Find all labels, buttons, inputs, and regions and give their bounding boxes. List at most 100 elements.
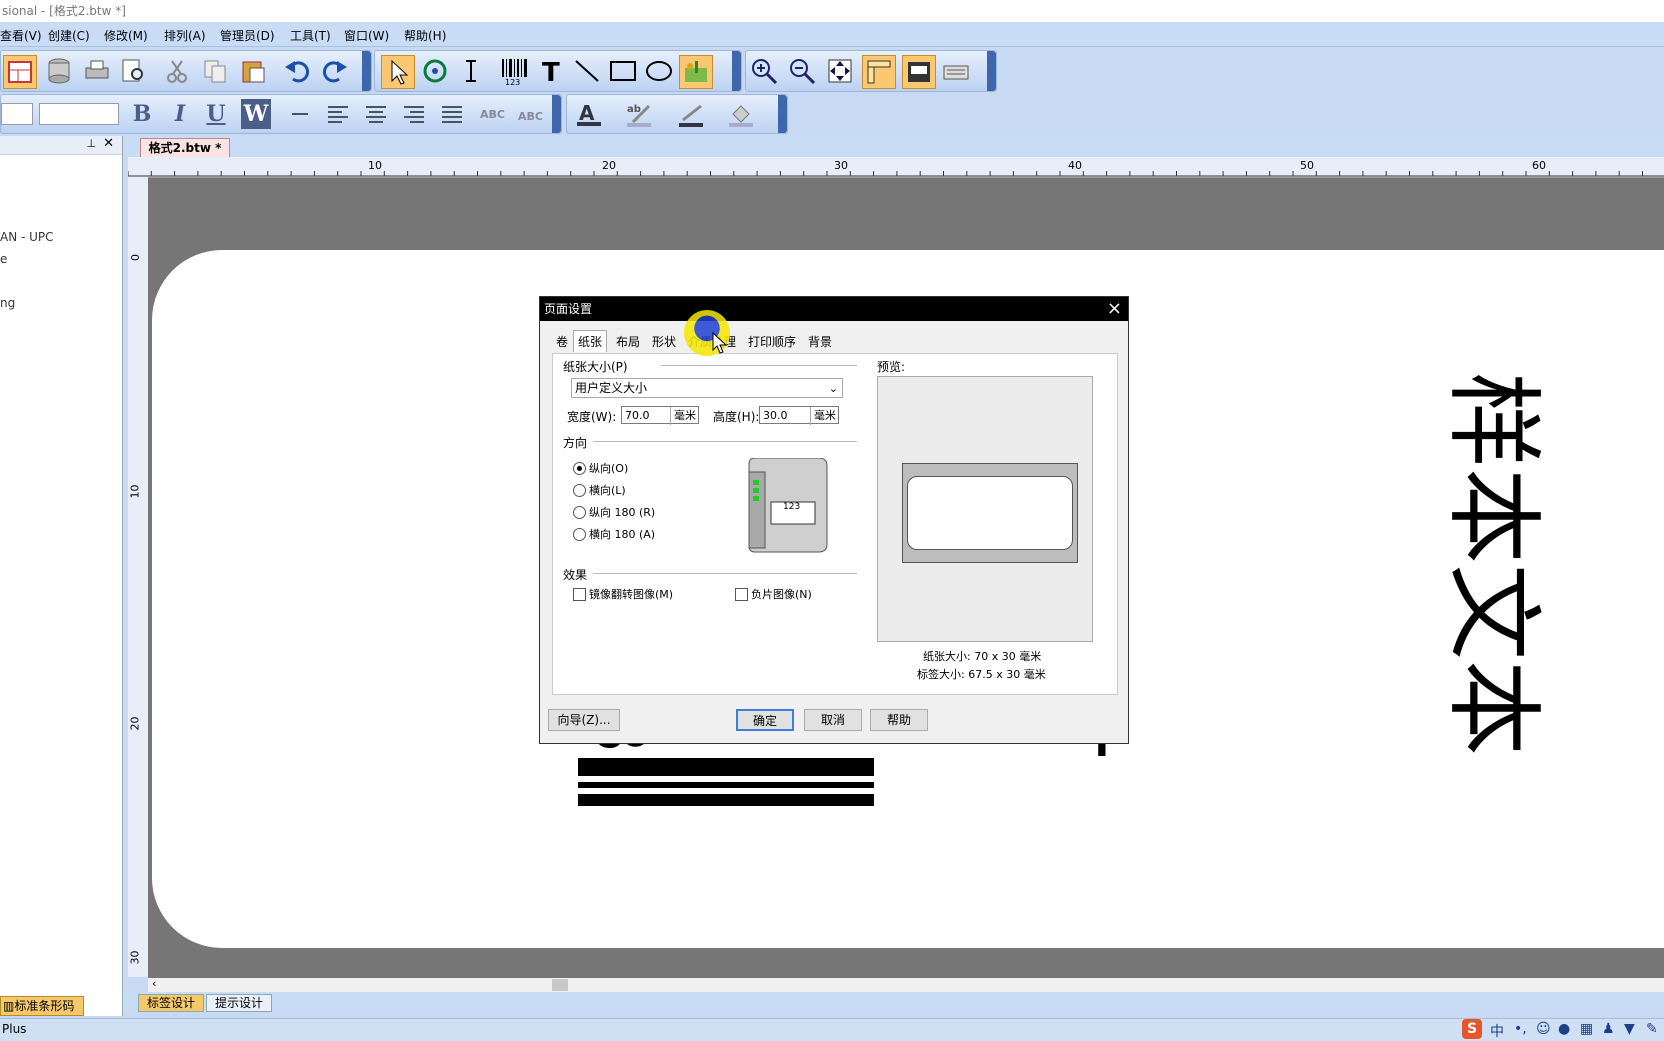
picture-tool-icon[interactable] xyxy=(679,55,713,89)
copy-icon[interactable] xyxy=(199,55,231,87)
fill-color-icon[interactable] xyxy=(727,99,757,129)
scroll-left-icon[interactable]: ‹ xyxy=(152,977,156,990)
emoji-icon[interactable]: ☺ xyxy=(1536,1021,1551,1037)
text-highlight-icon[interactable]: ab xyxy=(625,99,655,129)
text-arc-down-icon[interactable]: ABC xyxy=(515,99,545,129)
tab-label-design[interactable]: 标签设计 xyxy=(138,994,205,1012)
redo-icon[interactable] xyxy=(319,55,351,87)
line-color-icon[interactable] xyxy=(677,99,707,129)
tab-shape[interactable]: 形状 xyxy=(652,333,676,350)
toolbar-grip[interactable] xyxy=(778,95,787,133)
negative-checkbox[interactable] xyxy=(735,588,748,601)
page-layout-icon[interactable] xyxy=(3,55,37,89)
width-field[interactable]: 70.0 毫米 xyxy=(621,406,699,425)
ellipse-tool-icon[interactable] xyxy=(643,55,675,87)
ok-button[interactable]: 确定 xyxy=(736,709,794,731)
zoom-out-icon[interactable] xyxy=(786,55,818,87)
align-none-icon[interactable] xyxy=(285,99,315,129)
toolbar-grip[interactable] xyxy=(732,51,741,91)
tab-roll[interactable]: 卷 xyxy=(556,333,568,350)
left-panel-item[interactable]: e xyxy=(0,252,7,266)
user-icon[interactable]: ♟ xyxy=(1602,1021,1615,1037)
cut-icon[interactable] xyxy=(161,55,193,87)
microphone-icon[interactable]: ● xyxy=(1558,1021,1570,1037)
ime-mode-icon[interactable]: 中 xyxy=(1490,1021,1504,1041)
print-preview-icon[interactable] xyxy=(117,55,149,87)
close-icon[interactable]: × xyxy=(1103,297,1122,321)
pin-icon[interactable]: ⊥ xyxy=(86,137,96,150)
mirror-checkbox[interactable] xyxy=(573,588,586,601)
menu-admin[interactable]: 管理员(D) xyxy=(220,27,275,44)
left-panel-bottom-tab[interactable]: ▥标准条形码 xyxy=(0,996,84,1016)
database-icon[interactable] xyxy=(43,55,75,87)
title-bar: sional - [格式2.btw *] xyxy=(0,0,1664,22)
italic-icon[interactable]: I xyxy=(165,99,195,129)
skin-icon[interactable]: ▼ xyxy=(1624,1021,1635,1037)
align-center-icon[interactable] xyxy=(361,99,391,129)
keyboard-icon[interactable]: ▦ xyxy=(1580,1021,1593,1037)
settings-icon[interactable]: ✎ xyxy=(1646,1021,1658,1037)
menu-window[interactable]: 窗口(W) xyxy=(344,27,389,44)
font-color-icon[interactable]: A xyxy=(575,99,605,129)
orientation-portrait-180-radio[interactable] xyxy=(573,506,586,519)
text-tool-icon[interactable]: T xyxy=(535,55,567,87)
document-tab[interactable]: 格式2.btw * xyxy=(140,138,230,157)
undo-icon[interactable] xyxy=(281,55,313,87)
text-cursor-icon[interactable] xyxy=(455,55,487,87)
font-name-select[interactable] xyxy=(1,103,33,125)
menu-tools[interactable]: 工具(T) xyxy=(290,27,331,44)
help-button[interactable]: 帮助 xyxy=(870,709,928,731)
orientation-portrait-radio[interactable] xyxy=(573,462,586,475)
ime-logo-icon[interactable]: S xyxy=(1462,1019,1482,1039)
color-toolbar: A ab xyxy=(566,94,788,134)
paste-icon[interactable] xyxy=(237,55,269,87)
barcode-bars[interactable] xyxy=(578,758,874,806)
standard-toolbar xyxy=(0,50,372,92)
toolbar-grip[interactable] xyxy=(552,95,561,133)
menu-create[interactable]: 创建(C) xyxy=(48,27,90,44)
height-field[interactable]: 30.0 毫米 xyxy=(759,406,839,425)
align-right-icon[interactable] xyxy=(399,99,429,129)
sample-text-object[interactable]: 样本文本 xyxy=(1437,364,1549,764)
orientation-landscape-radio[interactable] xyxy=(573,484,586,497)
tab-layout[interactable]: 布局 xyxy=(616,333,640,350)
wizard-button[interactable]: 向导(Z)... xyxy=(548,709,620,731)
paper-size-select[interactable]: 用户定义大小 ⌄ xyxy=(571,378,843,398)
horizontal-scrollbar[interactable]: ‹ xyxy=(148,977,1664,992)
left-panel-item[interactable]: ng xyxy=(0,296,15,310)
punctuation-icon[interactable]: •, xyxy=(1514,1021,1527,1037)
close-icon[interactable]: ✕ xyxy=(103,136,114,151)
menu-view[interactable]: 查看(V) xyxy=(0,27,42,44)
tab-background[interactable]: 背景 xyxy=(808,333,832,350)
menu-arrange[interactable]: 排列(A) xyxy=(164,27,206,44)
text-arc-up-icon[interactable]: ABC xyxy=(477,99,507,129)
font-size-select[interactable] xyxy=(39,103,119,125)
orientation-landscape-180-radio[interactable] xyxy=(573,528,586,541)
printer-driver-icon[interactable] xyxy=(902,55,936,89)
print-icon[interactable] xyxy=(81,55,113,87)
barcode-icon[interactable]: 123 xyxy=(499,55,531,87)
ruler-toggle-icon[interactable] xyxy=(862,55,896,89)
bold-icon[interactable]: B xyxy=(127,99,157,129)
align-left-icon[interactable] xyxy=(323,99,353,129)
zoom-in-icon[interactable] xyxy=(748,55,780,87)
cancel-button[interactable]: 取消 xyxy=(804,709,862,731)
fit-page-icon[interactable] xyxy=(824,55,856,87)
scroll-thumb[interactable] xyxy=(552,979,568,991)
menu-help[interactable]: 帮助(H) xyxy=(404,27,446,44)
tab-paper[interactable]: 纸张 xyxy=(573,330,608,352)
rectangle-tool-icon[interactable] xyxy=(607,55,639,87)
select-pointer-icon[interactable] xyxy=(381,55,415,89)
menu-modify[interactable]: 修改(M) xyxy=(104,27,148,44)
tab-prompt-design[interactable]: 提示设计 xyxy=(206,994,273,1012)
keyboard-icon[interactable] xyxy=(940,55,972,87)
tab-print-order[interactable]: 打印顺序 xyxy=(748,333,796,350)
word-wrap-icon[interactable]: W xyxy=(241,99,271,129)
toolbar-grip[interactable] xyxy=(362,51,371,91)
left-panel-item[interactable]: AN - UPC xyxy=(0,230,54,244)
line-tool-icon[interactable] xyxy=(571,55,603,87)
underline-icon[interactable]: U xyxy=(201,99,231,129)
toolbar-grip[interactable] xyxy=(987,51,996,91)
rotate-icon[interactable] xyxy=(419,55,451,87)
justify-icon[interactable] xyxy=(437,99,467,129)
